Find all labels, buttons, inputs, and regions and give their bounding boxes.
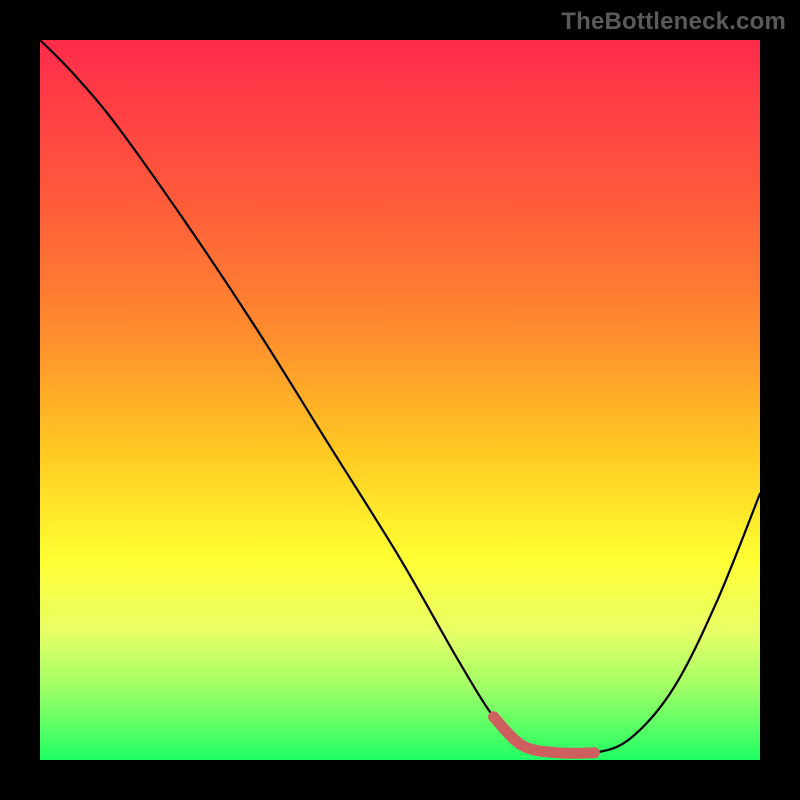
bottleneck-curve xyxy=(40,40,760,760)
watermark-text: TheBottleneck.com xyxy=(561,8,786,36)
plot-area xyxy=(40,40,760,760)
chart-frame: TheBottleneck.com xyxy=(0,0,800,800)
curve-path xyxy=(40,40,760,754)
highlight-path xyxy=(494,717,595,754)
